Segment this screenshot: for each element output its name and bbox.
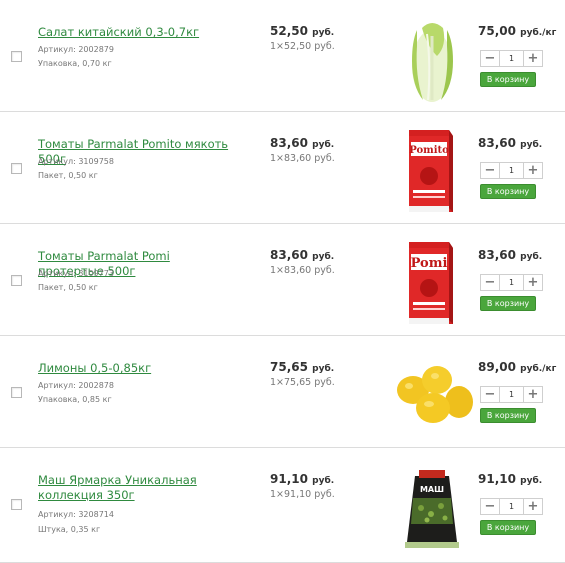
minus-icon[interactable]: − bbox=[481, 163, 499, 178]
select-checkbox[interactable] bbox=[11, 275, 22, 286]
minus-icon[interactable]: − bbox=[481, 387, 499, 402]
pomi-pack-icon: Pomi bbox=[409, 242, 453, 324]
select-checkbox[interactable] bbox=[11, 387, 22, 398]
product-article: Артикул: 2002879 bbox=[38, 45, 114, 54]
pomito-pack-icon: Pomito bbox=[409, 130, 453, 212]
quantity-stepper[interactable]: − 1 + bbox=[480, 50, 543, 67]
product-price: 52,50 руб. bbox=[270, 24, 335, 38]
quantity-value[interactable]: 1 bbox=[499, 275, 524, 290]
product-pack: Пакет, 0,50 кг bbox=[38, 283, 98, 292]
product-price: 83,60 руб. bbox=[270, 136, 335, 150]
add-to-cart-button[interactable]: В корзину bbox=[480, 408, 536, 423]
product-subprice: 1×75,65 руб. bbox=[270, 377, 335, 388]
product-price: 91,10 руб. bbox=[270, 472, 335, 486]
select-checkbox[interactable] bbox=[11, 499, 22, 510]
mung-bean-pack-icon: МАШ bbox=[405, 470, 459, 548]
add-to-cart-button[interactable]: В корзину bbox=[480, 296, 536, 311]
select-checkbox[interactable] bbox=[11, 163, 22, 174]
add-to-cart-button[interactable]: В корзину bbox=[480, 72, 536, 87]
napa-cabbage-icon bbox=[412, 23, 453, 102]
product-article: Артикул: 2002878 bbox=[38, 381, 114, 390]
product-row: Томаты Parmalat Pomito мякоть 500г Артик… bbox=[0, 112, 565, 224]
product-title-link[interactable]: Маш Ярмарка Уникальная коллекция 350г bbox=[38, 473, 238, 503]
cart-product-list: Салат китайский 0,3-0,7кг Артикул: 20028… bbox=[0, 0, 565, 563]
product-title-link[interactable]: Лимоны 0,5-0,85кг bbox=[38, 361, 238, 376]
quantity-stepper[interactable]: − 1 + bbox=[480, 162, 543, 179]
svg-text:МАШ: МАШ bbox=[420, 485, 444, 494]
add-to-cart-button[interactable]: В корзину bbox=[480, 520, 536, 535]
select-checkbox[interactable] bbox=[11, 51, 22, 62]
product-row: Лимоны 0,5-0,85кг Артикул: 2002878 Упако… bbox=[0, 336, 565, 448]
product-price: 83,60 руб. bbox=[270, 248, 335, 262]
minus-icon[interactable]: − bbox=[481, 275, 499, 290]
quantity-value[interactable]: 1 bbox=[499, 499, 524, 514]
unit-price: 83,60 руб. bbox=[478, 248, 543, 262]
plus-icon[interactable]: + bbox=[524, 51, 542, 66]
product-subprice: 1×91,10 руб. bbox=[270, 489, 335, 500]
add-to-cart-button[interactable]: В корзину bbox=[480, 184, 536, 199]
product-subprice: 1×52,50 руб. bbox=[270, 41, 335, 52]
product-pack: Штука, 0,35 кг bbox=[38, 525, 101, 534]
product-pack: Упаковка, 0,70 кг bbox=[38, 59, 112, 68]
product-row: Салат китайский 0,3-0,7кг Артикул: 20028… bbox=[0, 0, 565, 112]
svg-text:Pomito: Pomito bbox=[409, 145, 449, 156]
product-pack: Упаковка, 0,85 кг bbox=[38, 395, 112, 404]
product-article: Артикул: 3109758 bbox=[38, 157, 114, 166]
unit-price: 75,00 руб./кг bbox=[478, 24, 557, 38]
quantity-stepper[interactable]: − 1 + bbox=[480, 274, 543, 291]
plus-icon[interactable]: + bbox=[524, 275, 542, 290]
minus-icon[interactable]: − bbox=[481, 499, 499, 514]
product-article: Артикул: 3208714 bbox=[38, 510, 114, 519]
product-article: Артикул: 3109773 bbox=[38, 269, 114, 278]
unit-price: 83,60 руб. bbox=[478, 136, 543, 150]
quantity-value[interactable]: 1 bbox=[499, 163, 524, 178]
product-row: Томаты Parmalat Pomi протертые 500г Арти… bbox=[0, 224, 565, 336]
product-subprice: 1×83,60 руб. bbox=[270, 265, 335, 276]
product-title-link[interactable]: Салат китайский 0,3-0,7кг bbox=[38, 25, 238, 40]
lemons-icon bbox=[397, 366, 473, 423]
unit-price: 91,10 руб. bbox=[478, 472, 543, 486]
quantity-value[interactable]: 1 bbox=[499, 51, 524, 66]
product-subprice: 1×83,60 руб. bbox=[270, 153, 335, 164]
minus-icon[interactable]: − bbox=[481, 51, 499, 66]
plus-icon[interactable]: + bbox=[524, 163, 542, 178]
plus-icon[interactable]: + bbox=[524, 499, 542, 514]
product-pack: Пакет, 0,50 кг bbox=[38, 171, 98, 180]
quantity-stepper[interactable]: − 1 + bbox=[480, 386, 543, 403]
product-row: Маш Ярмарка Уникальная коллекция 350г Ар… bbox=[0, 448, 565, 563]
svg-text:Pomi: Pomi bbox=[411, 256, 448, 271]
quantity-stepper[interactable]: − 1 + bbox=[480, 498, 543, 515]
quantity-value[interactable]: 1 bbox=[499, 387, 524, 402]
product-price: 75,65 руб. bbox=[270, 360, 335, 374]
unit-price: 89,00 руб./кг bbox=[478, 360, 557, 374]
plus-icon[interactable]: + bbox=[524, 387, 542, 402]
